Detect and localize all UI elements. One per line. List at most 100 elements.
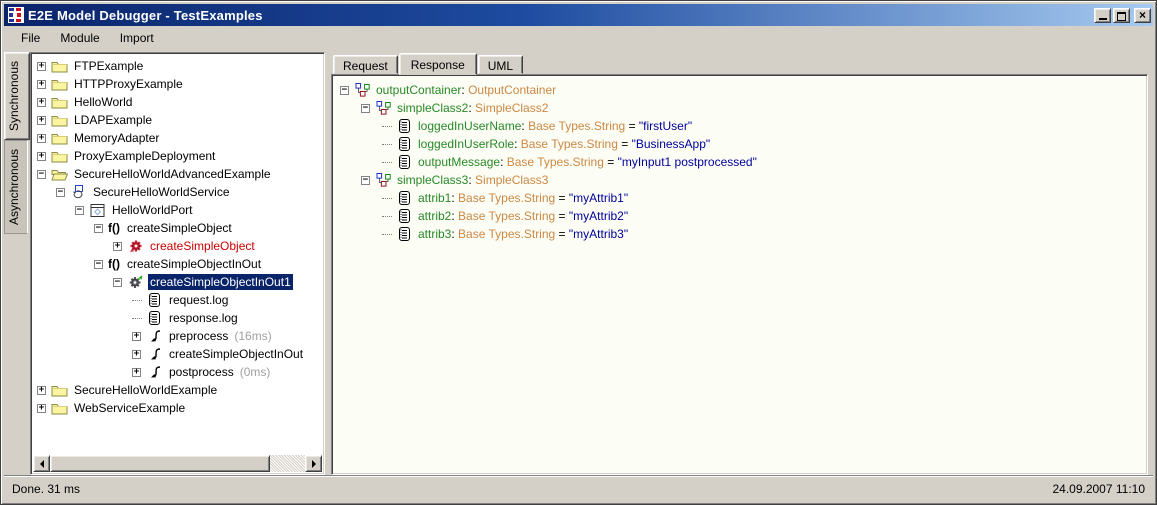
- attribute-label[interactable]: attrib1: Base Types.String = "myAttrib1": [417, 191, 628, 205]
- attribute-label[interactable]: outputMessage: Base Types.String = "myIn…: [417, 155, 757, 169]
- maximize-button[interactable]: [1113, 8, 1130, 23]
- tree-connector: [382, 126, 392, 127]
- attribute-label[interactable]: simpleClass2: SimpleClass2: [396, 101, 548, 115]
- folder-icon: [51, 131, 68, 146]
- app-window: E2E Model Debugger - TestExamples × File…: [0, 0, 1157, 505]
- tree-item-label[interactable]: SecureHelloWorldAdvancedExample: [72, 166, 273, 182]
- horizontal-scrollbar[interactable]: [33, 455, 322, 472]
- model-tree: +FTPExample+HTTPProxyExample+HelloWorld+…: [33, 55, 322, 455]
- collapse-icon[interactable]: −: [37, 170, 46, 179]
- collapse-icon[interactable]: −: [361, 104, 370, 113]
- expand-icon[interactable]: +: [37, 80, 46, 89]
- tree-connector: [132, 300, 142, 301]
- tree-item-label[interactable]: postprocess: [167, 364, 236, 380]
- attribute-label[interactable]: attrib3: Base Types.String = "myAttrib3": [417, 227, 628, 241]
- tree-item-label[interactable]: HelloWorld: [72, 94, 134, 110]
- tree-row: + WebServiceExample: [35, 399, 322, 417]
- detail-panel: RequestResponseUML −outputContainer: Out…: [331, 52, 1148, 475]
- duration-badge: (16ms): [234, 329, 271, 343]
- attribute-label[interactable]: attrib2: Base Types.String = "myAttrib2": [417, 209, 628, 223]
- scroll-left-button[interactable]: [33, 455, 50, 472]
- tree-item-label[interactable]: preprocess: [167, 328, 230, 344]
- tree-item-label[interactable]: createSimpleObjectInOut: [125, 256, 263, 272]
- close-button[interactable]: ×: [1134, 8, 1151, 23]
- tree-item-label[interactable]: SecureHelloWorldExample: [72, 382, 219, 398]
- collapse-icon[interactable]: −: [94, 260, 103, 269]
- tree-item-label[interactable]: request.log: [167, 292, 230, 308]
- expand-icon[interactable]: +: [37, 386, 46, 395]
- folder-icon: [51, 95, 68, 110]
- tree-row: response.log: [35, 309, 322, 327]
- tree-item-label[interactable]: createSimpleObjectInOut: [167, 346, 305, 362]
- expand-icon[interactable]: +: [37, 404, 46, 413]
- tree-row: − HelloWorldPort: [35, 201, 322, 219]
- expand-icon[interactable]: +: [132, 350, 141, 359]
- scroll-right-button[interactable]: [305, 455, 322, 472]
- folder-icon: [51, 383, 68, 398]
- folder-icon: [51, 59, 68, 74]
- expand-icon[interactable]: +: [132, 332, 141, 341]
- tree-row: + FTPExample: [35, 57, 322, 75]
- tree-item-label[interactable]: HelloWorldPort: [110, 202, 194, 218]
- tree-item-label[interactable]: ProxyExampleDeployment: [72, 148, 217, 164]
- port-icon: [89, 203, 106, 218]
- activity-icon: [146, 329, 163, 344]
- tree-item-label[interactable]: response.log: [167, 310, 240, 326]
- expand-icon[interactable]: +: [37, 62, 46, 71]
- collapse-icon[interactable]: −: [75, 206, 84, 215]
- tree-item-label[interactable]: SecureHelloWorldService: [91, 184, 232, 200]
- minimize-button[interactable]: [1094, 8, 1111, 23]
- side-tab-synchronous[interactable]: Synchronous: [4, 52, 30, 140]
- menu-bar: FileModuleImport: [4, 26, 1153, 50]
- log-icon: [146, 293, 163, 308]
- status-bar: Done. 31 ms 24.09.2007 11:10: [4, 475, 1153, 501]
- tree-item-label[interactable]: HTTPProxyExample: [72, 76, 185, 92]
- expand-icon[interactable]: +: [37, 134, 46, 143]
- tree-item-label[interactable]: MemoryAdapter: [72, 130, 161, 146]
- tree-connector: [382, 216, 392, 217]
- gear-green-icon: [127, 275, 144, 290]
- tree-item-label[interactable]: WebServiceExample: [72, 400, 187, 416]
- attribute-label[interactable]: outputContainer: OutputContainer: [375, 83, 556, 97]
- collapse-icon[interactable]: −: [340, 86, 349, 95]
- tree-item-label[interactable]: createSimpleObjectInOut1: [148, 274, 293, 290]
- menu-file[interactable]: File: [12, 29, 49, 47]
- tree-row: + LDAPExample: [35, 111, 322, 129]
- collapse-icon[interactable]: −: [361, 176, 370, 185]
- scrollbar-thumb[interactable]: [50, 455, 270, 472]
- menu-import[interactable]: Import: [111, 29, 163, 47]
- attribute-label[interactable]: loggedInUserRole: Base Types.String = "B…: [417, 137, 710, 151]
- attr-icon: [396, 209, 413, 224]
- collapse-icon[interactable]: −: [56, 188, 65, 197]
- activity-icon: [146, 365, 163, 380]
- attribute-label[interactable]: loggedInUserName: Base Types.String = "f…: [417, 119, 692, 133]
- class-icon: [375, 173, 392, 188]
- menu-module[interactable]: Module: [51, 29, 108, 47]
- scrollbar-track[interactable]: [270, 455, 305, 472]
- gear-red-icon: [127, 239, 144, 254]
- side-tab-asynchronous[interactable]: Asynchronous: [4, 140, 28, 234]
- tab-request[interactable]: Request: [333, 55, 398, 74]
- class-icon: [354, 83, 371, 98]
- expand-icon[interactable]: +: [113, 242, 122, 251]
- tree-item-label[interactable]: createSimpleObject: [125, 220, 234, 236]
- maximize-icon: [1117, 12, 1126, 21]
- tab-uml[interactable]: UML: [478, 55, 523, 74]
- attribute-label[interactable]: simpleClass3: SimpleClass3: [396, 173, 548, 187]
- close-icon: ×: [1135, 9, 1150, 22]
- duration-badge: (0ms): [240, 365, 271, 379]
- title-bar[interactable]: E2E Model Debugger - TestExamples ×: [4, 4, 1153, 26]
- collapse-icon[interactable]: −: [94, 224, 103, 233]
- tree-row: request.log: [35, 291, 322, 309]
- tree-item-label[interactable]: LDAPExample: [72, 112, 154, 128]
- tab-response[interactable]: Response: [399, 53, 477, 75]
- tree-row: −f()createSimpleObjectInOut: [35, 255, 322, 273]
- expand-icon[interactable]: +: [132, 368, 141, 377]
- response-tree: −outputContainer: OutputContainer−simple…: [331, 74, 1148, 475]
- expand-icon[interactable]: +: [37, 98, 46, 107]
- tree-item-label[interactable]: FTPExample: [72, 58, 145, 74]
- collapse-icon[interactable]: −: [113, 278, 122, 287]
- tree-item-label[interactable]: createSimpleObject: [148, 238, 257, 254]
- expand-icon[interactable]: +: [37, 152, 46, 161]
- expand-icon[interactable]: +: [37, 116, 46, 125]
